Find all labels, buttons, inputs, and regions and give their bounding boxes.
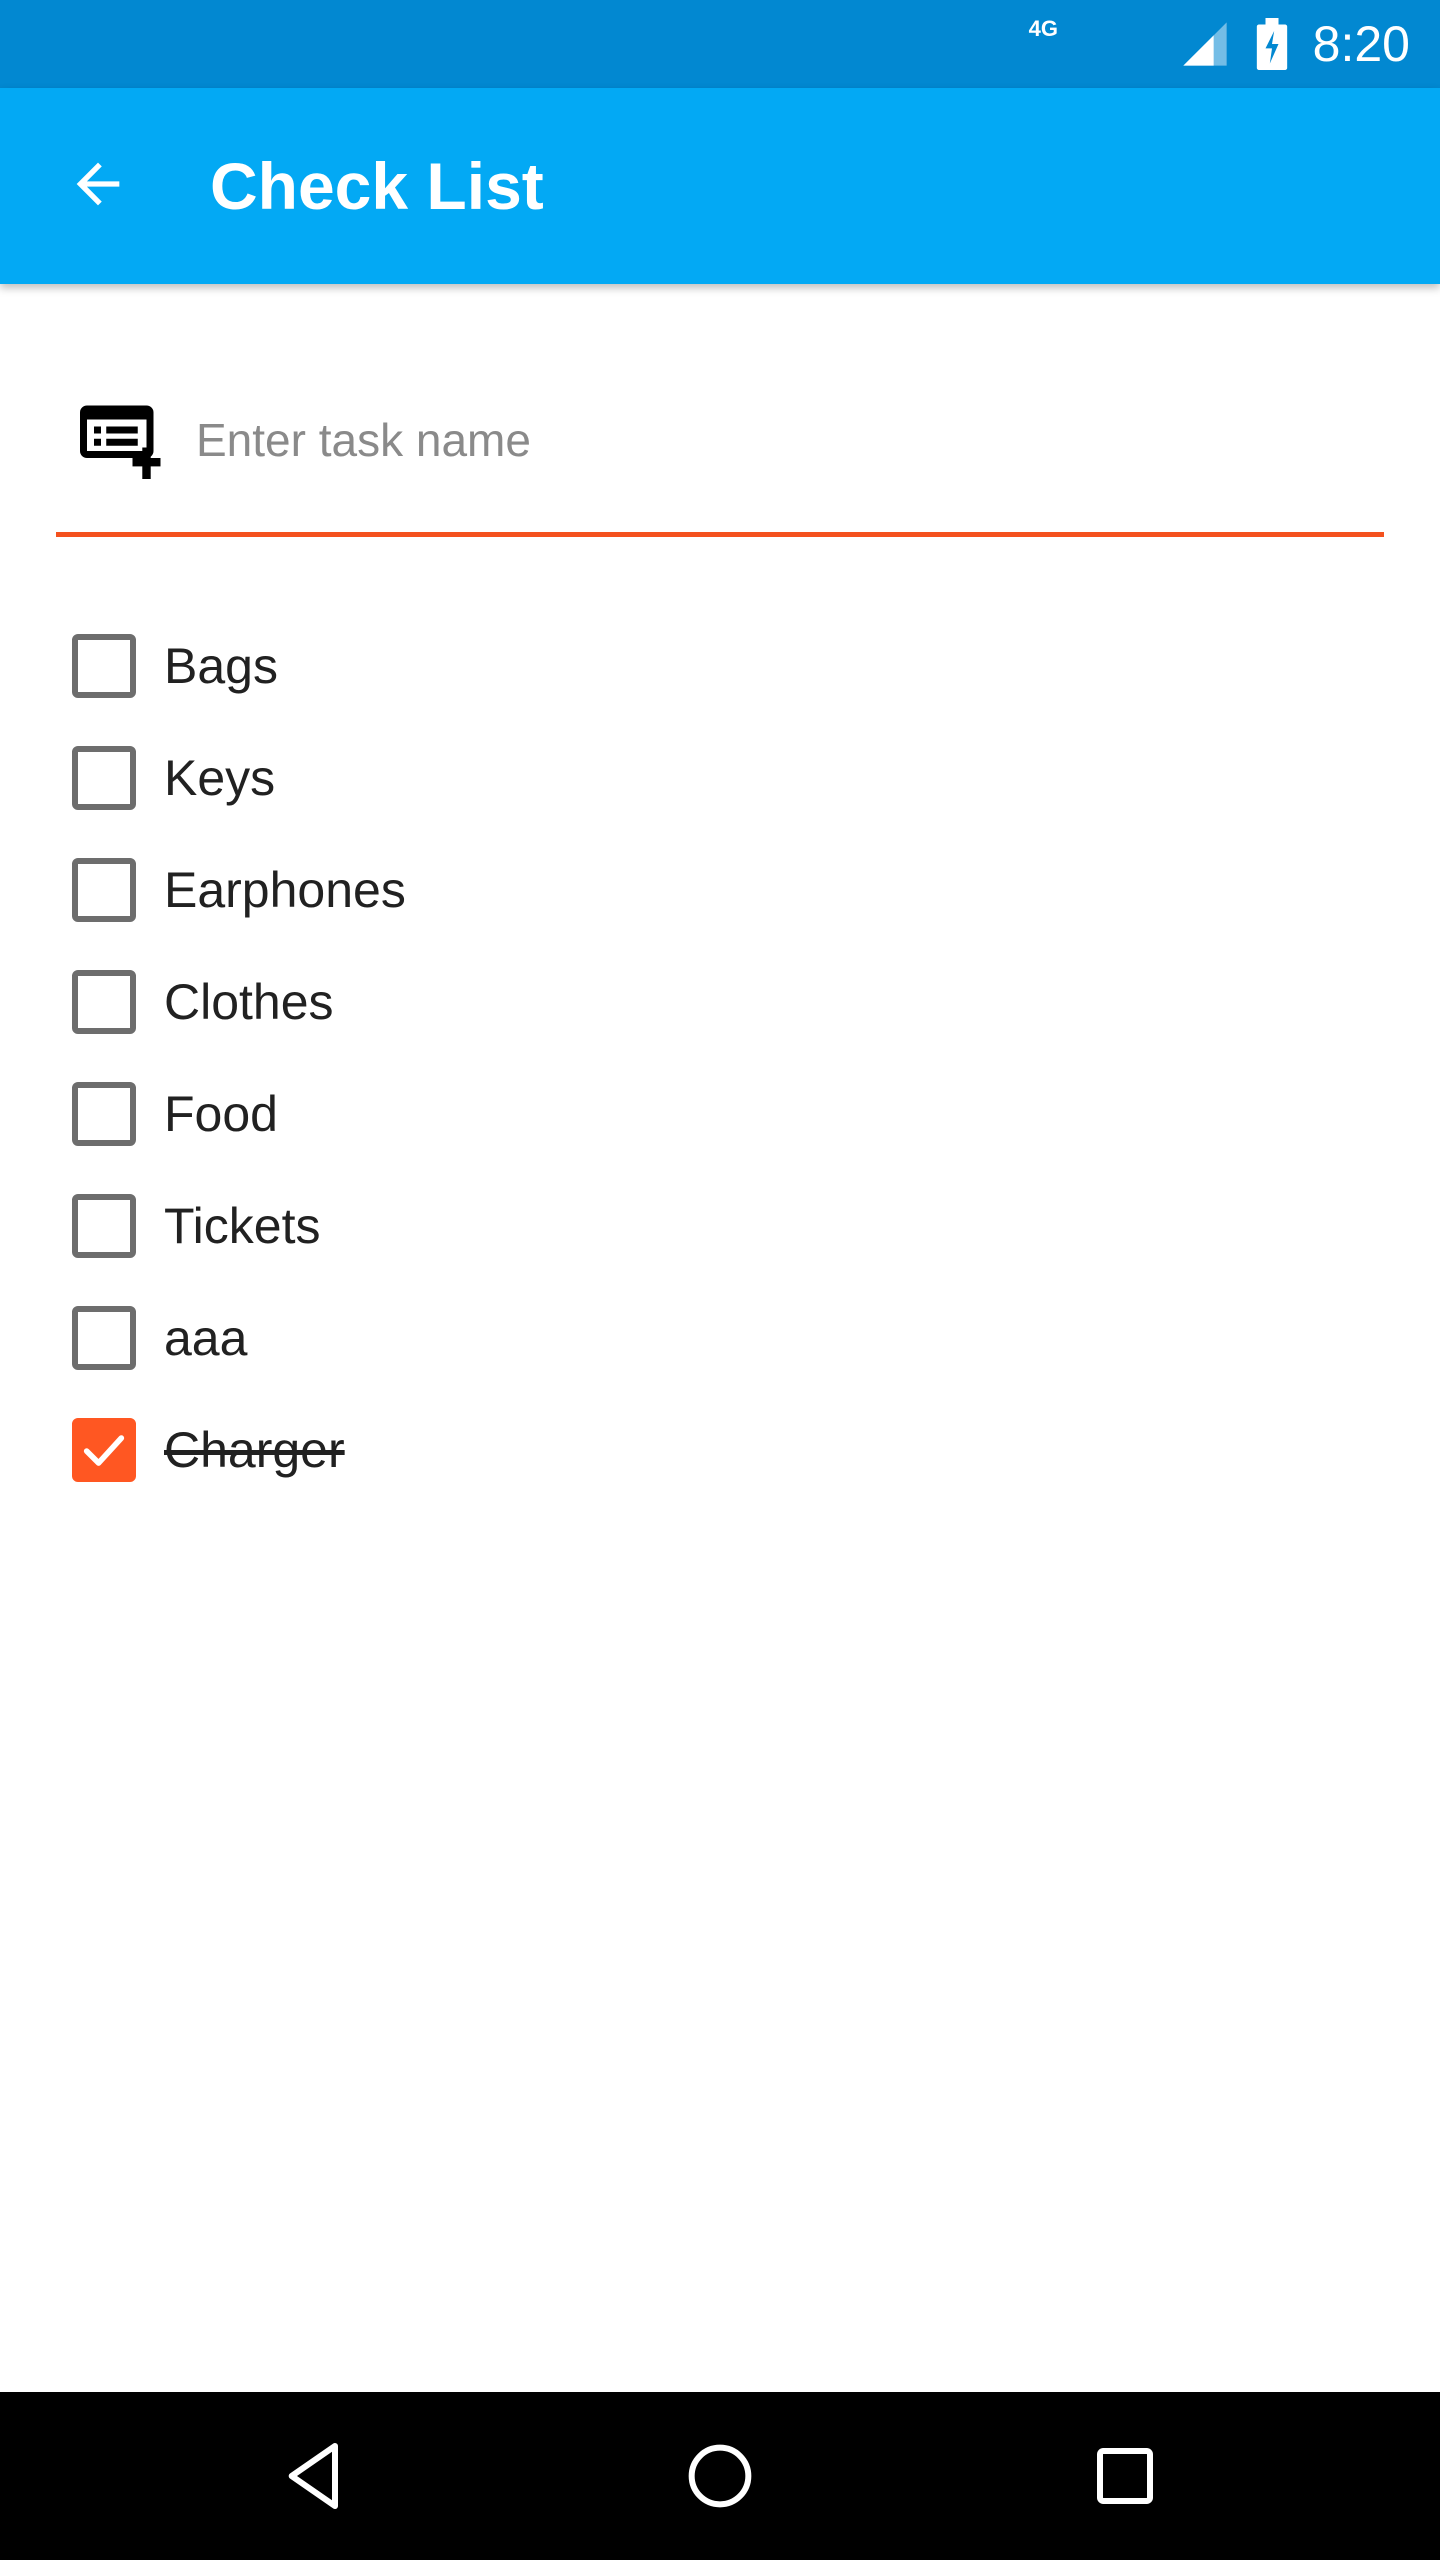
app-bar: Check List (0, 88, 1440, 284)
signal-icon (1183, 22, 1227, 66)
battery-charging-icon (1256, 18, 1287, 70)
list-item[interactable]: Keys (72, 722, 1372, 834)
checkbox[interactable] (72, 970, 136, 1034)
nav-home-icon (688, 2444, 752, 2508)
checkbox[interactable] (72, 746, 136, 810)
checklist: Bags Keys Earphones Clothes Food Tickets… (72, 610, 1372, 1506)
checkbox-checked[interactable] (72, 1418, 136, 1482)
network-type-label: 4G (1028, 16, 1059, 41)
nav-back-button[interactable] (265, 2426, 365, 2526)
list-item[interactable]: Bags (72, 610, 1372, 722)
nav-back-icon (288, 2443, 338, 2509)
list-item-label: Food (164, 1086, 278, 1142)
navigation-bar (0, 2392, 1440, 2560)
back-button[interactable] (50, 136, 146, 232)
list-item[interactable]: Tickets (72, 1170, 1372, 1282)
nav-recents-icon (1097, 2448, 1153, 2504)
checkbox[interactable] (72, 1306, 136, 1370)
nav-home-button[interactable] (670, 2426, 770, 2526)
list-item[interactable]: aaa (72, 1282, 1372, 1394)
list-item-label: Tickets (164, 1198, 321, 1254)
clock: 8:20 (1312, 16, 1410, 72)
list-item-label: Clothes (164, 974, 334, 1030)
checkbox[interactable] (72, 1194, 136, 1258)
checkbox[interactable] (72, 858, 136, 922)
input-underline (56, 532, 1384, 537)
list-item-label: Bags (164, 638, 278, 694)
status-bar: 4G 8:20 (0, 0, 1440, 88)
task-input-row (56, 380, 1384, 540)
list-item[interactable]: Food (72, 1058, 1372, 1170)
check-icon (83, 1435, 125, 1466)
list-item-label: Charger (164, 1422, 345, 1478)
arrow-back-icon (76, 162, 120, 206)
checkbox[interactable] (72, 634, 136, 698)
list-item[interactable]: Earphones (72, 834, 1372, 946)
list-item-label: Keys (164, 750, 276, 806)
playlist-add-icon (80, 405, 161, 479)
list-item[interactable]: Clothes (72, 946, 1372, 1058)
list-item-label: Earphones (164, 862, 406, 918)
nav-recents-button[interactable] (1075, 2426, 1175, 2526)
list-item-label: aaa (164, 1310, 248, 1366)
list-item[interactable]: Charger (72, 1394, 1372, 1506)
page-title: Check List (210, 149, 544, 223)
task-name-input[interactable] (196, 400, 1356, 480)
screen: 4G 8:20 Check List Enter task name Bags … (0, 0, 1440, 2560)
checkbox[interactable] (72, 1082, 136, 1146)
status-icons: 4G 8:20 (1029, 0, 1410, 88)
